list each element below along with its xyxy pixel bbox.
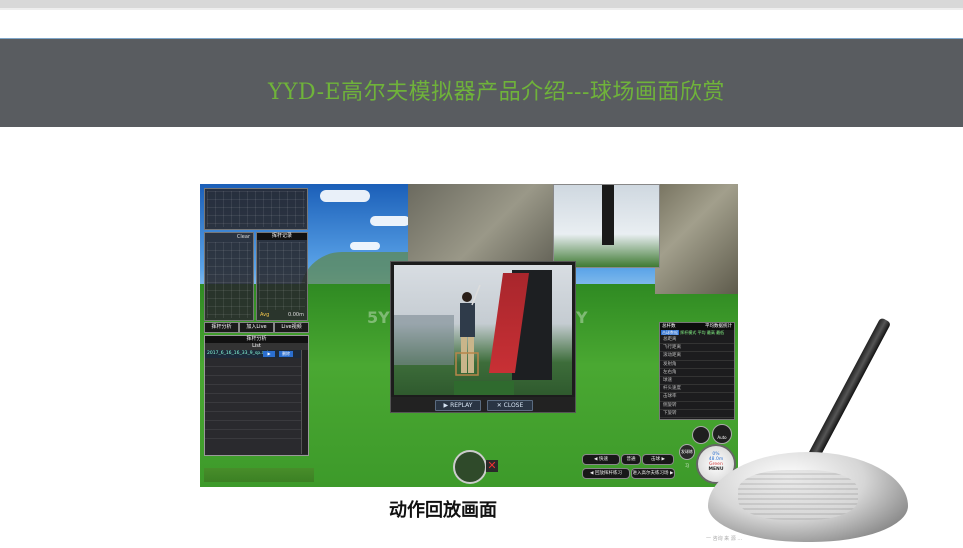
footer-watermark: 一 咨询 来 源 ... bbox=[706, 536, 743, 542]
avg-stats-label: 平均数据统计 bbox=[705, 324, 732, 329]
stat-row: 滚动距离 bbox=[660, 352, 734, 361]
list-item-name: 2017_6_16_16_33_9_sp.avi bbox=[207, 351, 269, 356]
simulator-screenshot: Clear 挥杆记录 Avg 0.00m 挥杆分析 加入Live Live视频 … bbox=[200, 184, 738, 487]
hit-ball-button[interactable]: 击球 ▶ bbox=[642, 454, 674, 465]
play-button[interactable]: ▶ bbox=[263, 351, 275, 357]
tab-shot-data[interactable]: 击球数据 bbox=[661, 330, 679, 335]
list-item[interactable]: 2017_6_16_16_33_9_sp.avi ▶ 删除 bbox=[205, 350, 308, 358]
cancel-x-icon[interactable]: ✕ bbox=[486, 460, 498, 472]
trajectory-panel: 挥杆记录 Avg 0.00m bbox=[256, 232, 308, 321]
total-strokes-label: 总杆数 bbox=[662, 324, 676, 329]
swing-analysis-button[interactable]: 挥杆分析 bbox=[204, 322, 239, 333]
trajectory-label: 挥杆记录 bbox=[257, 233, 307, 240]
analysis-title: 挥杆分析 bbox=[205, 336, 308, 343]
tab-average[interactable]: 平均 bbox=[698, 330, 706, 335]
golfer-figure bbox=[455, 284, 481, 376]
clear-label[interactable]: Clear bbox=[237, 234, 250, 240]
stat-row: 杆头速度 bbox=[660, 385, 734, 394]
golf-club-face bbox=[738, 470, 858, 520]
stat-row: 发射角 bbox=[660, 361, 734, 369]
rock-cliff-right bbox=[655, 184, 738, 294]
tab-lowest[interactable]: 最低 bbox=[716, 330, 724, 335]
auto-button[interactable]: Auto bbox=[712, 424, 732, 444]
replay-controls: ▶ REPLAY ✕ CLOSE bbox=[391, 397, 575, 412]
replay-video bbox=[394, 265, 572, 395]
normal-button[interactable]: 普通 bbox=[621, 454, 641, 465]
stat-row: 球速 bbox=[660, 377, 734, 386]
distance-value: 0.00m bbox=[287, 312, 304, 318]
stat-row: 击球率 bbox=[660, 393, 734, 402]
tab-swing-mode[interactable]: 挥杆模式 bbox=[680, 330, 696, 335]
cloud bbox=[370, 216, 410, 226]
menu-label: MENU bbox=[708, 467, 724, 472]
add-live-button[interactable]: 加入Live bbox=[239, 322, 274, 333]
browser-top-edge-light bbox=[0, 8, 963, 10]
bottom-left-strip bbox=[204, 468, 314, 482]
avg-label: Avg bbox=[260, 312, 270, 318]
live-video-button[interactable]: Live视频 bbox=[274, 322, 309, 333]
club-select-icon[interactable] bbox=[453, 450, 487, 484]
camera-preview-top bbox=[553, 184, 660, 268]
speed-button[interactable]: ◀ 快速 bbox=[582, 454, 620, 465]
watermark-right: Y bbox=[576, 308, 588, 327]
cloud bbox=[350, 242, 380, 250]
practice-button[interactable]: ◀ 回放挥杆练习 bbox=[582, 468, 630, 479]
list-scrollbar[interactable] bbox=[301, 350, 308, 454]
close-button[interactable]: ✕ CLOSE bbox=[487, 400, 533, 411]
tab-highest[interactable]: 最高 bbox=[707, 330, 715, 335]
stat-row: 总距离 bbox=[660, 336, 734, 345]
close-x-icon: ✕ bbox=[496, 402, 504, 409]
delete-button[interactable]: 删除 bbox=[279, 351, 293, 357]
clear-panel: Clear bbox=[204, 232, 254, 321]
swing-analysis-list: 挥杆分析 List 2017_6_16_16_33_9_sp.avi ▶ 删除 bbox=[204, 335, 309, 456]
record-button[interactable]: 发球练习 bbox=[679, 444, 695, 468]
stat-row: 下旋转 bbox=[660, 410, 734, 418]
replay-button[interactable]: ▶ REPLAY bbox=[435, 400, 481, 411]
swing-graph-panel bbox=[204, 188, 308, 230]
stat-row: 侧旋转 bbox=[660, 402, 734, 410]
stat-row: 飞行距离 bbox=[660, 344, 734, 353]
cloud bbox=[320, 190, 370, 202]
stat-row: 左右角 bbox=[660, 369, 734, 377]
stats-panel: 总杆数 平均数据统计 击球数据 挥杆模式 平均 最高 最低 总距离 飞行距离 滚… bbox=[659, 322, 735, 420]
target-icon[interactable] bbox=[692, 426, 710, 444]
watermark-left: 5Y bbox=[367, 308, 390, 327]
page-title: YYD-E高尔夫模拟器产品介绍---球场画面欣赏 bbox=[268, 80, 725, 105]
replay-modal: ▶ REPLAY ✕ CLOSE bbox=[390, 261, 576, 413]
list-title: List bbox=[205, 343, 308, 350]
practice-range-button[interactable]: 进入高尔夫练习场 ▶ bbox=[631, 468, 675, 479]
percent-value: 0% bbox=[712, 452, 720, 457]
browser-top-edge bbox=[0, 0, 963, 8]
